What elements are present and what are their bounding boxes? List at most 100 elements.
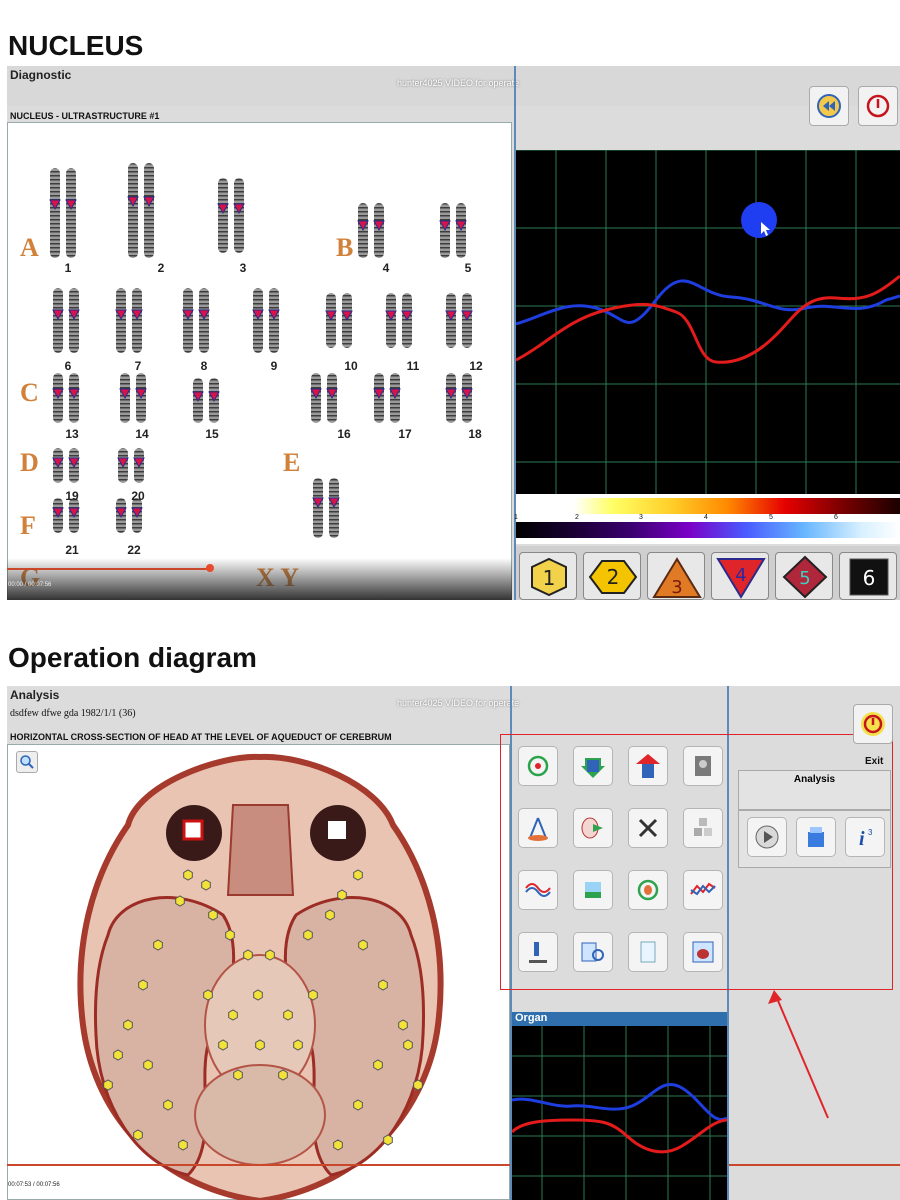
- level-3-button[interactable]: 3: [647, 552, 705, 600]
- play-icon: [755, 825, 779, 849]
- marker-hexagon: [293, 1039, 303, 1051]
- marker-hexagon: [163, 1099, 173, 1111]
- chromosome-number: 6: [64, 359, 72, 373]
- signal-graph: [515, 149, 900, 494]
- marker-hexagon: [233, 1069, 243, 1081]
- marker-hexagon: [203, 989, 213, 1001]
- level-4-button[interactable]: 4: [711, 552, 769, 600]
- marker-hexagon: [183, 869, 193, 881]
- power-button[interactable]: [858, 86, 898, 126]
- panel-title: HORIZONTAL CROSS-SECTION OF HEAD AT THE …: [10, 732, 392, 742]
- chromosome: [199, 288, 209, 353]
- level-2-button[interactable]: 2: [583, 552, 641, 600]
- organ-graph-svg: [510, 1026, 728, 1200]
- box-icon: [808, 827, 824, 847]
- refresh-icon: [817, 94, 841, 118]
- graph-svg: [515, 149, 900, 494]
- blue-line: [515, 279, 900, 326]
- marker-hexagon: [225, 929, 235, 941]
- marker-hexagon: [265, 949, 275, 961]
- svg-text:3: 3: [868, 828, 873, 837]
- chromosome-number: 3: [239, 261, 247, 275]
- video-controls: [7, 558, 512, 600]
- marker-hexagon: [303, 929, 313, 941]
- chromosome-number: 12: [469, 359, 483, 373]
- time-label: 00:00 / 00:07:56: [8, 582, 52, 588]
- marker-hexagon: [378, 979, 388, 991]
- play-button[interactable]: [747, 817, 787, 857]
- level-6-button[interactable]: 6: [839, 552, 897, 600]
- chromosome-number: 21: [65, 543, 79, 557]
- group-letter-f: F: [20, 511, 36, 540]
- chromosome: [128, 163, 138, 258]
- box-button[interactable]: [796, 817, 836, 857]
- window-title: Analysis: [10, 688, 60, 702]
- brain-section-panel: [7, 744, 510, 1200]
- marker-hexagon: [228, 1009, 238, 1021]
- time-label: 00:07:53 / 00:07:56: [8, 1182, 60, 1188]
- annotation-arrow: [768, 990, 829, 1119]
- chromosome-number: 11: [406, 359, 420, 373]
- chromosome-number: 1: [64, 261, 72, 275]
- exit-button[interactable]: [853, 704, 893, 744]
- chromosome-number: 2: [157, 261, 165, 275]
- marker-hexagon: [283, 1009, 293, 1021]
- level-5-button[interactable]: 5: [775, 552, 833, 600]
- group-letter-b: B: [336, 233, 354, 262]
- marker-hexagon: [138, 979, 148, 991]
- chromosome: [50, 168, 60, 258]
- marker-hexagon: [178, 1139, 188, 1151]
- chromosome: [234, 178, 244, 253]
- chromosome: [144, 163, 154, 258]
- chromosome-number: 19: [65, 489, 79, 503]
- marker-hexagon: [333, 1139, 343, 1151]
- marker-hexagon: [243, 949, 253, 961]
- marker-hexagon: [218, 1039, 228, 1051]
- cursor-dot: [741, 202, 777, 238]
- chromosome: [218, 178, 228, 253]
- chromosome-number: 22: [127, 543, 141, 557]
- marker-hexagon: [208, 909, 218, 921]
- refresh-button[interactable]: [809, 86, 849, 126]
- marker-hexagon: [143, 1059, 153, 1071]
- marker-hexagon: [113, 1049, 123, 1061]
- spectrum-tick: 2: [575, 514, 579, 521]
- marker-hexagon: [133, 1129, 143, 1141]
- analysis-header-box: Analysis: [738, 770, 891, 810]
- spectrum-tick: 5: [769, 514, 773, 521]
- chromosome-number: 17: [398, 427, 412, 441]
- marker-hexagon: [398, 1019, 408, 1031]
- marker-hexagon: [413, 1079, 423, 1091]
- marker-hexagon: [278, 1069, 288, 1081]
- marker-hexagon: [403, 1039, 413, 1051]
- group-letter-d: D: [20, 448, 39, 477]
- karyotype-panel: A B C D E F G X Y 1 2 3 4 5 6 7 8 9 10 1…: [7, 122, 512, 600]
- group-letter-e: E: [283, 448, 301, 477]
- chromosome: [116, 288, 126, 353]
- chromosome-number: 15: [205, 427, 219, 441]
- chromosome-number: 8: [200, 359, 208, 373]
- marker-hexagon: [383, 1134, 393, 1146]
- progress-bar[interactable]: [7, 1164, 900, 1166]
- marker-hexagon: [153, 939, 163, 951]
- organ-graph: [510, 1026, 728, 1200]
- brain-cross-section: [77, 753, 444, 1200]
- window-title: Diagnostic: [10, 68, 72, 82]
- chromosome-number: 16: [337, 427, 351, 441]
- marker-hexagon: [308, 989, 318, 1001]
- marker-hexagon: [255, 1039, 265, 1051]
- level-1-button[interactable]: 1: [519, 552, 577, 600]
- exit-label: Exit: [865, 756, 884, 767]
- chromosome-number: 4: [382, 261, 390, 275]
- spectrum-tick: 4: [704, 514, 708, 521]
- info-button[interactable]: i3: [845, 817, 885, 857]
- marker-hexagon: [353, 1099, 363, 1111]
- chromosome: [253, 288, 263, 353]
- level-label: 3: [671, 577, 682, 598]
- group-letter-c: C: [20, 378, 39, 407]
- video-label: hunter4025 VIDEO for operate: [397, 78, 520, 88]
- progress-bar[interactable]: [7, 568, 210, 570]
- info-icon: i3: [859, 828, 873, 850]
- spectrum-tick: 6: [834, 514, 838, 521]
- progress-handle[interactable]: [206, 564, 214, 572]
